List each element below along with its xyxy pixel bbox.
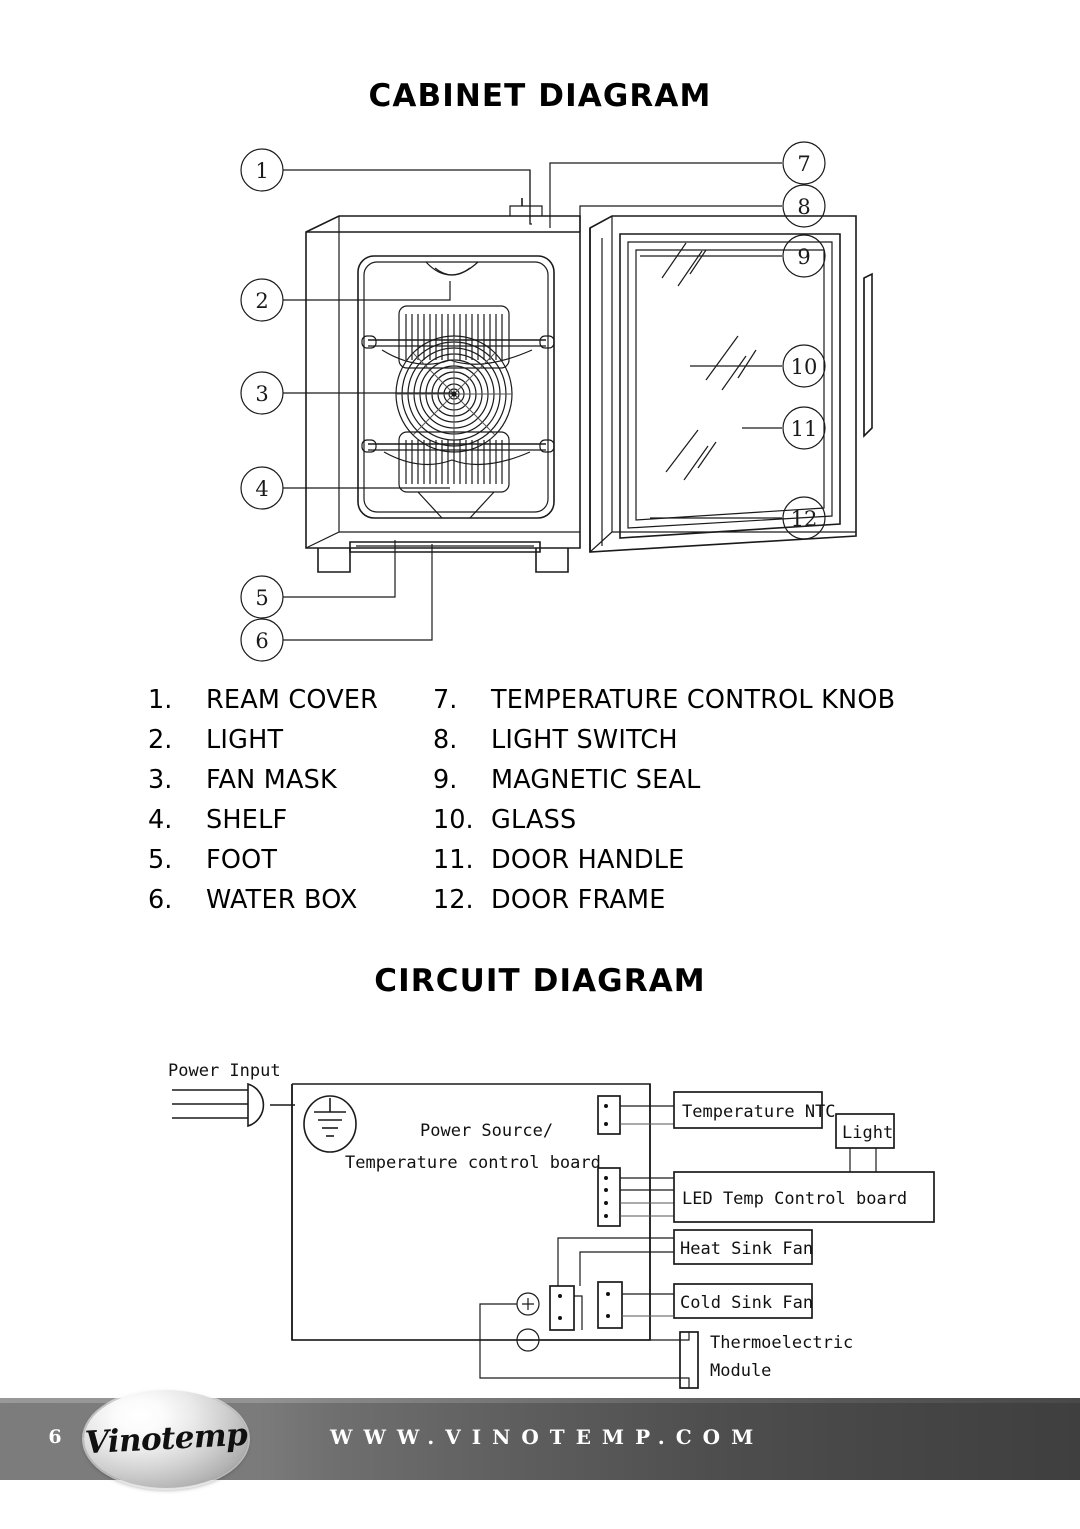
- thermoelectric-label-line1: Thermoelectric: [710, 1333, 853, 1353]
- part-label: MAGNETIC SEAL: [491, 765, 701, 795]
- part-number: 12.: [433, 885, 474, 915]
- callout-8: 8: [797, 195, 810, 219]
- website-url[interactable]: WWW.VINOTEMP.COM: [330, 1425, 764, 1449]
- parts-item-7: 7. TEMPERATURE CONTROL KNOB: [433, 685, 943, 715]
- parts-row: 1. REAM COVER 7. TEMPERATURE CONTROL KNO…: [148, 685, 948, 725]
- parts-row: 4. SHELF 10. GLASS: [148, 805, 948, 845]
- part-label: LIGHT SWITCH: [491, 725, 678, 755]
- part-label: FOOT: [206, 845, 278, 875]
- part-number: 3.: [148, 765, 173, 795]
- parts-item-9: 9. MAGNETIC SEAL: [433, 765, 943, 795]
- cabinet-diagram-figure: 1 2 3 4 5 6 7 8 9 10 11 12: [150, 128, 950, 668]
- parts-item-3: 3. FAN MASK: [148, 765, 433, 795]
- temperature-ntc-label: Temperature NTC: [682, 1102, 836, 1122]
- footer-bar: 6 Vinotemp WWW.VINOTEMP.COM: [0, 1390, 1080, 1488]
- part-label: FAN MASK: [206, 765, 337, 795]
- parts-item-1: 1. REAM COVER: [148, 685, 433, 715]
- part-number: 10.: [433, 805, 474, 835]
- part-label: SHELF: [206, 805, 288, 835]
- power-source-label-line2: Temperature control board: [345, 1153, 601, 1173]
- part-label: DOOR FRAME: [491, 885, 666, 915]
- page-number: 6: [48, 1426, 62, 1448]
- callout-3: 3: [255, 382, 268, 406]
- parts-item-12: 12. DOOR FRAME: [433, 885, 943, 915]
- part-label: LIGHT: [206, 725, 284, 755]
- callout-12: 12: [791, 507, 818, 531]
- parts-item-2: 2. LIGHT: [148, 725, 433, 755]
- callout-group: 1 2 3 4 5 6 7 8 9 10 11 12: [240, 141, 826, 662]
- part-number: 5.: [148, 845, 173, 875]
- parts-list: 1. REAM COVER 7. TEMPERATURE CONTROL KNO…: [148, 685, 948, 925]
- callout-11: 11: [791, 417, 818, 441]
- parts-item-11: 11. DOOR HANDLE: [433, 845, 943, 875]
- callout-6: 6: [255, 629, 268, 653]
- logo-wordmark: Vinotemp: [84, 1416, 248, 1462]
- thermoelectric-label-line2: Module: [710, 1361, 771, 1381]
- vinotemp-logo[interactable]: Vinotemp: [84, 1390, 248, 1488]
- parts-row: 2. LIGHT 8. LIGHT SWITCH: [148, 725, 948, 765]
- parts-item-6: 6. WATER BOX: [148, 885, 433, 915]
- parts-row: 5. FOOT 11. DOOR HANDLE: [148, 845, 948, 885]
- part-number: 8.: [433, 725, 458, 755]
- part-number: 11.: [433, 845, 474, 875]
- callout-1: 1: [255, 159, 268, 183]
- part-number: 9.: [433, 765, 458, 795]
- part-number: 1.: [148, 685, 173, 715]
- callout-10: 10: [791, 355, 818, 379]
- power-input-label: Power Input: [168, 1061, 281, 1081]
- circuit-diagram-figure: Power Input Power Source/ Temperature co…: [150, 1040, 940, 1392]
- callout-5: 5: [255, 586, 268, 610]
- page-title-circuit-diagram: CIRCUIT DIAGRAM: [374, 963, 706, 999]
- part-number: 6.: [148, 885, 173, 915]
- parts-item-4: 4. SHELF: [148, 805, 433, 835]
- callout-2: 2: [255, 289, 268, 313]
- part-number: 2.: [148, 725, 173, 755]
- page-title-cabinet-diagram: CABINET DIAGRAM: [368, 78, 712, 114]
- part-label: TEMPERATURE CONTROL KNOB: [491, 685, 896, 715]
- parts-row: 3. FAN MASK 9. MAGNETIC SEAL: [148, 765, 948, 805]
- part-number: 4.: [148, 805, 173, 835]
- part-label: WATER BOX: [206, 885, 358, 915]
- callout-9: 9: [797, 245, 810, 269]
- cold-sink-fan-label: Cold Sink Fan: [680, 1293, 813, 1313]
- light-label: Light: [842, 1123, 893, 1143]
- led-temp-control-board-label: LED Temp Control board: [682, 1189, 907, 1209]
- parts-row: 6. WATER BOX 12. DOOR FRAME: [148, 885, 948, 925]
- callout-7: 7: [797, 152, 810, 176]
- part-label: GLASS: [491, 805, 577, 835]
- part-number: 7.: [433, 685, 458, 715]
- parts-item-8: 8. LIGHT SWITCH: [433, 725, 943, 755]
- callout-4: 4: [255, 477, 268, 501]
- part-label: REAM COVER: [206, 685, 379, 715]
- parts-item-10: 10. GLASS: [433, 805, 943, 835]
- part-label: DOOR HANDLE: [491, 845, 685, 875]
- heat-sink-fan-label: Heat Sink Fan: [680, 1239, 813, 1259]
- power-source-label-line1: Power Source/: [420, 1121, 553, 1141]
- parts-item-5: 5. FOOT: [148, 845, 433, 875]
